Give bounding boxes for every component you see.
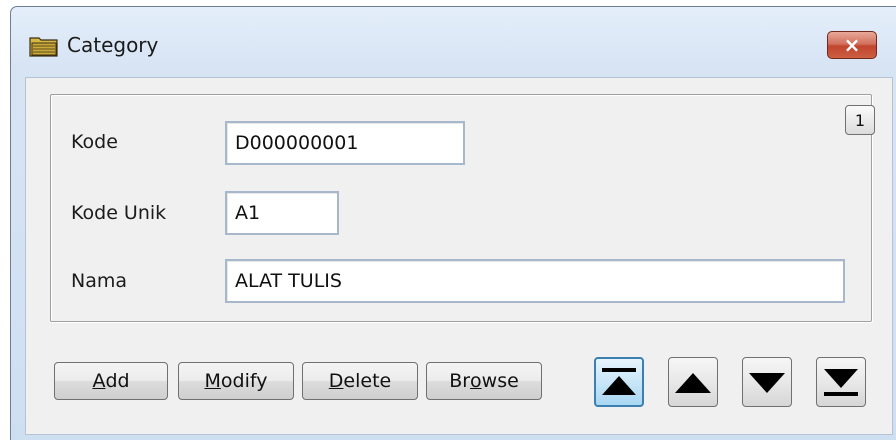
first-record-icon [602, 368, 636, 395]
browse-label-prefix: Br [449, 370, 471, 392]
form-body: 1 Kode Kode Unik Nama Add Modify Delete … [25, 77, 893, 435]
kode-label: Kode [71, 131, 118, 153]
add-mnemonic: A [92, 370, 106, 392]
add-button[interactable]: Add [54, 362, 168, 400]
kode-unik-label: Kode Unik [71, 202, 167, 224]
browse-button[interactable]: Br o wse [426, 362, 542, 400]
add-label-rest: dd [105, 370, 130, 392]
last-record-icon [824, 369, 858, 396]
category-groupbox: 1 Kode Kode Unik Nama [50, 94, 875, 322]
modify-label-rest: odify [220, 370, 268, 392]
modify-mnemonic: M [204, 370, 221, 392]
record-number-badge[interactable]: 1 [845, 105, 875, 135]
browse-mnemonic: o [470, 370, 482, 392]
category-window: Category × 1 Kode Kode Unik Nama Add Mod… [10, 6, 896, 440]
close-button[interactable]: × [827, 31, 877, 59]
delete-label-rest: elete [343, 370, 392, 392]
nama-field[interactable] [225, 259, 845, 303]
previous-record-icon [675, 373, 711, 393]
kode-field[interactable] [225, 121, 465, 165]
modify-button[interactable]: Modify [178, 362, 294, 400]
next-record-button[interactable] [742, 357, 792, 407]
delete-mnemonic: D [328, 370, 344, 392]
first-record-button[interactable] [594, 357, 644, 407]
title-bar[interactable]: Category × [11, 7, 896, 77]
next-record-icon [749, 373, 785, 393]
browse-label-rest: wse [481, 370, 519, 392]
previous-record-button[interactable] [668, 357, 718, 407]
kode-unik-field[interactable] [225, 191, 339, 235]
last-record-button[interactable] [816, 357, 866, 407]
window-title: Category [67, 33, 159, 57]
folder-icon [29, 35, 59, 57]
delete-button[interactable]: Delete [302, 362, 418, 400]
nama-label: Nama [71, 270, 128, 292]
close-icon: × [843, 33, 861, 57]
